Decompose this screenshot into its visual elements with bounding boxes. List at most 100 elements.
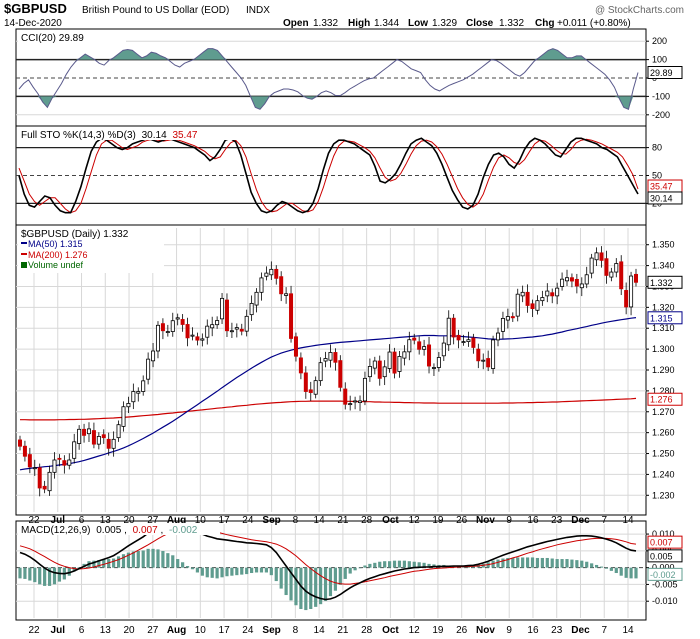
- macd-hist-bar: [52, 567, 57, 585]
- ma50-last-tag: 1.315: [650, 313, 673, 323]
- candle-body: [604, 258, 609, 276]
- sto-d-tag: 35.47: [650, 182, 673, 192]
- macd-x-label: 23: [551, 625, 563, 636]
- sto-axis-tick-label: 50: [652, 171, 662, 181]
- macd-hist-bar: [245, 567, 249, 575]
- macd-hist-bar: [545, 557, 549, 568]
- macd-hist-bar: [269, 567, 273, 576]
- candle-body: [402, 351, 407, 359]
- candle-body: [303, 372, 308, 392]
- candle-body: [116, 424, 121, 439]
- price-x-label: 7: [601, 515, 607, 526]
- candle-body: [417, 341, 422, 350]
- macd-last: 0.005: [96, 525, 121, 536]
- macd-x-label: 26: [456, 625, 468, 636]
- candle-body: [540, 297, 545, 302]
- price-x-label: 21: [337, 515, 349, 526]
- macd-hist-bar: [619, 567, 623, 576]
- macd-hist-bar: [235, 567, 239, 576]
- cci-axis-tick-label: 100: [652, 55, 667, 65]
- macd-hist-bar: [501, 558, 505, 568]
- macd-hist-bar: [609, 567, 613, 571]
- candle-body: [279, 276, 284, 295]
- macd-x-label: 10: [195, 625, 207, 636]
- macd-hist-bar: [585, 561, 589, 568]
- macd-x-label: 13: [100, 625, 112, 636]
- macd-hist-bar: [590, 563, 594, 568]
- candle-body: [614, 263, 619, 273]
- candle-body: [274, 268, 279, 279]
- candle-body: [466, 339, 471, 342]
- candle-body: [101, 434, 106, 439]
- candle-body: [111, 438, 116, 449]
- price-axis-tick-label: 1.310: [652, 323, 675, 333]
- candle-body: [22, 445, 27, 457]
- macd-hist-bar: [570, 559, 574, 568]
- candle-body: [77, 428, 82, 444]
- candle-body: [535, 300, 540, 311]
- candle-body: [515, 293, 520, 317]
- candle-body: [461, 341, 466, 344]
- candle-body: [579, 283, 584, 289]
- candle-body: [239, 328, 244, 332]
- candle-body: [224, 299, 229, 332]
- ma50-legend: MA(50) 1.315: [28, 239, 83, 249]
- macd-hist-bar: [254, 567, 259, 573]
- macd-hist-bar: [18, 567, 22, 579]
- close-label: Close: [466, 18, 494, 29]
- sto-d-last: 35.47: [172, 130, 197, 141]
- macd-x-label: Jul: [51, 625, 66, 636]
- macd-hist-bar: [333, 567, 337, 591]
- candle-body: [146, 358, 151, 380]
- ma200-legend: MA(200) 1.276: [28, 250, 88, 260]
- macd-hist-bar: [555, 559, 559, 568]
- candle-body: [362, 377, 367, 402]
- macd-axis-tick-label: -0.005: [652, 579, 678, 589]
- price-axis-tick-label: 1.320: [652, 302, 675, 312]
- macd-signal-last: 0.007: [133, 525, 158, 536]
- open-value: 1.332: [313, 18, 338, 29]
- candle-body: [42, 485, 47, 490]
- macd-hist-bar: [368, 563, 372, 568]
- macd-hist-bar: [516, 557, 520, 568]
- price-x-label: 9: [506, 515, 512, 526]
- macd-x-label: 21: [337, 625, 349, 636]
- price-x-label: 19: [432, 515, 444, 526]
- cci-title: CCI(20) 29.89: [18, 31, 126, 44]
- candle-body: [476, 348, 481, 362]
- close-value: 1.332: [499, 18, 524, 29]
- macd-title-prefix: MACD(12,26,9): [21, 525, 90, 536]
- candle-body: [397, 356, 402, 372]
- candle-body: [165, 331, 170, 333]
- price-x-label: 8: [293, 515, 299, 526]
- candle-body: [86, 428, 91, 435]
- macd-hist-bar: [195, 567, 200, 573]
- price-x-label: Sep: [262, 515, 280, 526]
- macd-hist-bar: [279, 567, 283, 589]
- candle-body: [372, 360, 377, 369]
- candle-body: [525, 291, 530, 306]
- chart-date: 14-Dec-2020: [4, 18, 62, 29]
- candle-body: [210, 324, 215, 329]
- price-x-label: 26: [456, 515, 468, 526]
- price-x-label: 16: [527, 515, 539, 526]
- candle-body: [491, 339, 496, 369]
- price-x-label: Dec: [571, 515, 590, 526]
- macd-hist-bar: [166, 553, 170, 568]
- price-axis-tick-label: 1.290: [652, 365, 675, 375]
- macd-x-label: 24: [242, 625, 254, 636]
- macd-hist-bar: [560, 559, 564, 568]
- candle-body: [289, 293, 294, 339]
- macd-x-label: 28: [361, 625, 373, 636]
- macd-hist-bar: [392, 560, 397, 568]
- macd-x-label: Sep: [262, 625, 280, 636]
- candle-body: [471, 337, 476, 348]
- candle-body: [446, 317, 451, 346]
- macd-x-label: 22: [28, 625, 40, 636]
- candle-body: [545, 290, 550, 297]
- price-axis-tick-label: 1.230: [652, 490, 675, 500]
- candle-body: [82, 428, 87, 436]
- candle-body: [180, 319, 185, 325]
- candle-body: [407, 339, 412, 353]
- candle-body: [569, 277, 574, 282]
